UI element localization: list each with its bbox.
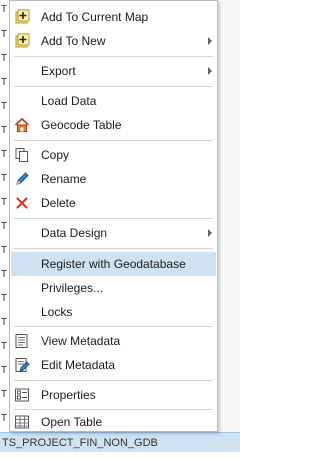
geocode-house-icon: [14, 117, 30, 133]
table-icon: [14, 414, 30, 430]
menu-separator: [14, 56, 213, 57]
selected-tree-item[interactable]: TS_PROJECT_FIN_NON_GDB: [0, 432, 240, 452]
menu-item-copy[interactable]: Copy: [11, 143, 216, 167]
menu-separator: [14, 140, 213, 141]
menu-item-label: Load Data: [41, 94, 97, 108]
menu-item-view-metadata[interactable]: View Metadata: [11, 329, 216, 353]
add-layer-icon: [14, 33, 30, 49]
menu-item-locks[interactable]: Locks: [11, 300, 216, 324]
properties-icon: [14, 387, 30, 403]
menu-separator: [14, 218, 213, 219]
menu-item-label: Properties: [41, 388, 96, 402]
menu-item-label: Edit Metadata: [41, 358, 116, 372]
menu-item-label: Open Table: [41, 415, 103, 429]
delete-x-icon: [14, 195, 30, 211]
menu-item-add-to-current-map[interactable]: Add To Current Map: [11, 5, 216, 29]
menu-item-label: Register with Geodatabase: [41, 257, 186, 271]
menu-separator: [14, 248, 213, 249]
menu-separator: [14, 380, 213, 381]
menu-item-label: Copy: [41, 148, 70, 162]
menu-separator: [14, 326, 213, 327]
copy-icon: [14, 147, 30, 163]
menu-item-export[interactable]: Export: [11, 59, 216, 83]
menu-item-properties[interactable]: Properties: [11, 383, 216, 407]
menu-item-label: Privileges...: [41, 281, 104, 295]
menu-separator: [14, 409, 213, 410]
menu-item-register-with-geodatabase[interactable]: Register with Geodatabase: [11, 252, 216, 276]
menu-item-geocode-table[interactable]: Geocode Table: [11, 113, 216, 137]
menu-item-label: Geocode Table: [41, 118, 122, 132]
menu-item-open-table[interactable]: Open Table: [11, 412, 216, 432]
submenu-arrow-icon: [208, 37, 212, 45]
menu-item-delete[interactable]: Delete: [11, 191, 216, 215]
menu-item-label: View Metadata: [41, 334, 121, 348]
background-pane-edge: [217, 0, 240, 432]
menu-separator: [14, 86, 213, 87]
menu-item-edit-metadata[interactable]: Edit Metadata: [11, 353, 216, 377]
menu-item-privileges[interactable]: Privileges...: [11, 276, 216, 300]
menu-item-label: Rename: [41, 172, 87, 186]
menu-item-label: Add To Current Map: [41, 10, 149, 24]
menu-item-label: Data Design: [41, 226, 108, 240]
submenu-arrow-icon: [208, 67, 212, 75]
menu-item-label: Delete: [41, 196, 76, 210]
add-layer-icon: [14, 9, 30, 25]
edit-metadata-icon: [14, 357, 30, 373]
menu-item-add-to-new[interactable]: Add To New: [11, 29, 216, 53]
menu-item-label: Add To New: [41, 34, 106, 48]
menu-item-rename[interactable]: Rename: [11, 167, 216, 191]
menu-item-data-design[interactable]: Data Design: [11, 221, 216, 245]
view-metadata-icon: [14, 333, 30, 349]
menu-item-load-data[interactable]: Load Data: [11, 89, 216, 113]
submenu-arrow-icon: [208, 229, 212, 237]
pencil-icon: [14, 171, 30, 187]
context-menu: Add To Current Map Add To New Export Loa…: [9, 0, 218, 432]
menu-item-label: Export: [41, 64, 76, 78]
menu-item-label: Locks: [41, 305, 73, 319]
